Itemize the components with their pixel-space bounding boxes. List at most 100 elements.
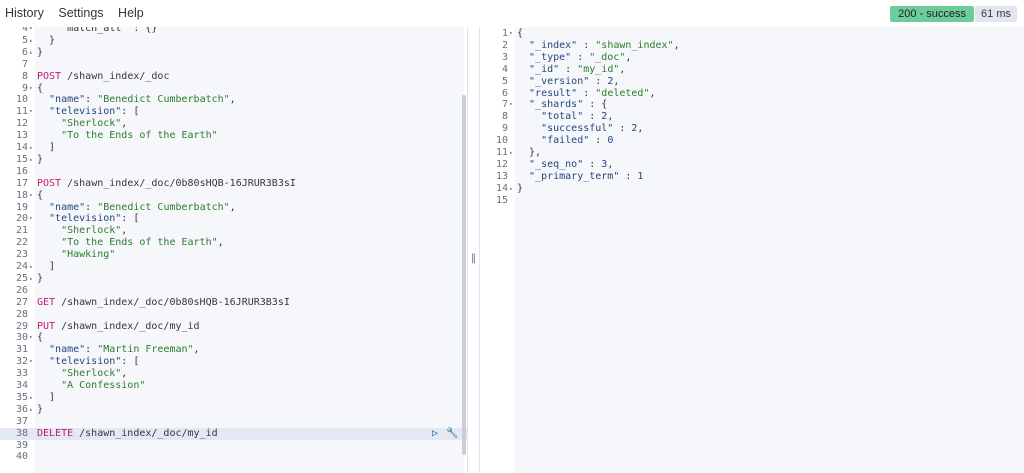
json-string: "Martin Freeman" — [97, 344, 194, 356]
menu-history[interactable]: History — [5, 6, 44, 20]
request-line[interactable]: 8 POST /shawn_index/_doc — [0, 71, 467, 83]
line-number: 2 — [501, 39, 508, 51]
response-line[interactable]: 1 ▾ { — [480, 28, 1024, 40]
code-punct: ] — [37, 142, 56, 153]
request-line[interactable]: 40 — [0, 451, 467, 463]
response-line[interactable]: 13 "_primary_term" : 1 — [480, 171, 1024, 183]
code-text: "failed" : 0 — [517, 135, 613, 147]
response-line[interactable]: 14 ▴} — [480, 183, 1024, 195]
response-line[interactable]: 10 "failed" : 0 — [480, 135, 1024, 147]
code-text: "total" : 2, — [517, 111, 613, 123]
request-line[interactable]: 14 ▴ ] — [0, 142, 467, 154]
run-request-icon[interactable]: ▷ — [432, 428, 438, 440]
code-text: } — [37, 154, 43, 166]
http-method: POST — [37, 177, 62, 189]
line-number: 6 — [21, 46, 28, 58]
menu-help[interactable]: Help — [118, 6, 144, 20]
response-line[interactable]: 4 "_id" : "my_id", — [480, 64, 1024, 76]
request-line[interactable]: 32 ▾ "television": [ — [0, 356, 467, 368]
request-line[interactable]: 19 "name": "Benedict Cumberbatch", — [0, 202, 467, 214]
json-number: 1 — [637, 170, 644, 182]
request-line[interactable]: 37 — [0, 416, 467, 428]
request-line[interactable]: 27 GET /shawn_index/_doc/0b80sHQB-16JRUR3… — [0, 297, 467, 309]
request-line[interactable]: 5 ▴ } — [0, 35, 467, 47]
code-punct: : — [583, 111, 602, 123]
response-line[interactable]: 5 "_version" : 2, — [480, 76, 1024, 88]
menu-settings[interactable]: Settings — [58, 6, 103, 20]
request-line[interactable]: 29 PUT /shawn_index/_doc/my_id — [0, 321, 467, 333]
request-line[interactable]: 28 — [0, 309, 467, 321]
line-number: 15 — [495, 194, 508, 206]
panel-resizer[interactable]: ‖ — [467, 27, 480, 473]
request-line[interactable]: 34 "A Confession" — [0, 380, 467, 392]
code-punct: , — [607, 111, 614, 123]
request-line[interactable]: 22 "To the Ends of the Earth", — [0, 237, 467, 249]
request-url: /shawn_index/_doc/my_id — [55, 320, 200, 332]
code-text: "_primary_term" : 1 — [517, 171, 643, 183]
request-line[interactable]: 38 DELETE /shawn_index/_doc/my_id ▷ 🔧 — [0, 427, 467, 440]
request-line[interactable]: 35 ▴ ] — [0, 392, 467, 404]
line-number: 13 — [15, 130, 28, 142]
line-number: 12 — [15, 118, 28, 130]
resize-handle-icon[interactable]: ‖ — [471, 253, 476, 264]
request-line[interactable]: 4 ▾ "match_all" : {} — [0, 27, 467, 35]
request-line[interactable]: 31 "name": "Martin Freeman", — [0, 344, 467, 356]
status-badge: 200 - success — [890, 6, 974, 22]
request-line[interactable]: 10 "name": "Benedict Cumberbatch", — [0, 94, 467, 106]
response-line[interactable]: 11 ▴ }, — [480, 147, 1024, 159]
response-viewer[interactable]: 1 ▾{2 "_index" : "shawn_index", 3 "_type" … — [480, 27, 1024, 473]
response-line[interactable]: 6 "result" : "deleted", — [480, 88, 1024, 100]
response-line[interactable]: 7 ▾ "_shards" : { — [480, 99, 1024, 111]
request-line[interactable]: 39 — [0, 440, 467, 452]
code-punct: } — [37, 403, 44, 415]
response-line[interactable]: 3 "_type" : "_doc", — [480, 52, 1024, 64]
response-line[interactable]: 9 "successful" : 2, — [480, 123, 1024, 135]
wrench-icon[interactable]: 🔧 — [446, 428, 458, 440]
request-line[interactable]: 16 — [0, 166, 467, 178]
code-punct: , — [229, 94, 236, 106]
code-text: "television": [ — [37, 106, 139, 118]
code-punct: }, — [517, 147, 542, 158]
code-punct: , — [607, 158, 614, 170]
line-number: 36 — [15, 403, 28, 415]
request-line[interactable]: 13 "To the Ends of the Earth" — [0, 130, 467, 142]
code-text: }, — [517, 147, 541, 159]
request-line[interactable]: 12 "Sherlock", — [0, 118, 467, 130]
request-line[interactable]: 9 ▾ { — [0, 83, 467, 95]
request-line[interactable]: 30 ▾ { — [0, 332, 467, 344]
request-line[interactable]: 6 ▴} — [0, 47, 467, 59]
line-number: 17 — [15, 177, 28, 189]
response-line[interactable]: 2 "_index" : "shawn_index", — [480, 40, 1024, 52]
request-line[interactable]: 26 — [0, 285, 467, 297]
request-line[interactable]: 7 — [0, 59, 467, 71]
request-line[interactable]: 15 ▴} — [0, 154, 467, 166]
request-line[interactable]: 23 "Hawking" — [0, 249, 467, 261]
code-text: "Sherlock", — [37, 225, 127, 237]
response-line[interactable]: 8 "total" : 2, — [480, 111, 1024, 123]
response-line[interactable]: 15 — [480, 195, 1024, 207]
request-line[interactable]: 36 ▴} — [0, 404, 467, 416]
json-string: "To the Ends of the Earth" — [37, 237, 218, 249]
code-text: "match_all" : {} — [37, 27, 157, 35]
code-punct: , — [637, 123, 644, 135]
line-number: 34 — [15, 380, 28, 391]
request-line[interactable]: 18 ▾ { — [0, 190, 467, 202]
json-number: 0 — [607, 135, 614, 147]
request-editor[interactable]: 4 ▾ "match_all" : {} 5 ▴ } 6 ▴} 7 8 POST /shawn_… — [0, 27, 467, 473]
request-line[interactable]: 24 ▴ ] — [0, 261, 467, 273]
request-line[interactable]: 20 ▾ "television": [ — [0, 213, 467, 225]
fold-toggle-icon: ▾ — [29, 215, 33, 223]
code-punct: } — [37, 153, 44, 165]
response-line[interactable]: 12 "_seq_no" : 3, — [480, 159, 1024, 171]
request-line[interactable]: 33 "Sherlock", — [0, 368, 467, 380]
request-line[interactable]: 21 "Sherlock", — [0, 225, 467, 237]
line-number: 14 — [495, 182, 508, 194]
request-line[interactable]: 17 POST /shawn_index/_doc/0b80sHQB-16JRUR… — [0, 178, 467, 190]
request-scrollbar[interactable] — [462, 95, 466, 455]
line-number: 16 — [15, 165, 28, 177]
code-punct: , — [673, 39, 680, 51]
fold-toggle-icon: ▾ — [29, 27, 33, 32]
request-line[interactable]: 25 ▴} — [0, 273, 467, 285]
code-text: "Hawking" — [37, 249, 115, 261]
request-line[interactable]: 11 ▾ "television": [ — [0, 106, 467, 118]
